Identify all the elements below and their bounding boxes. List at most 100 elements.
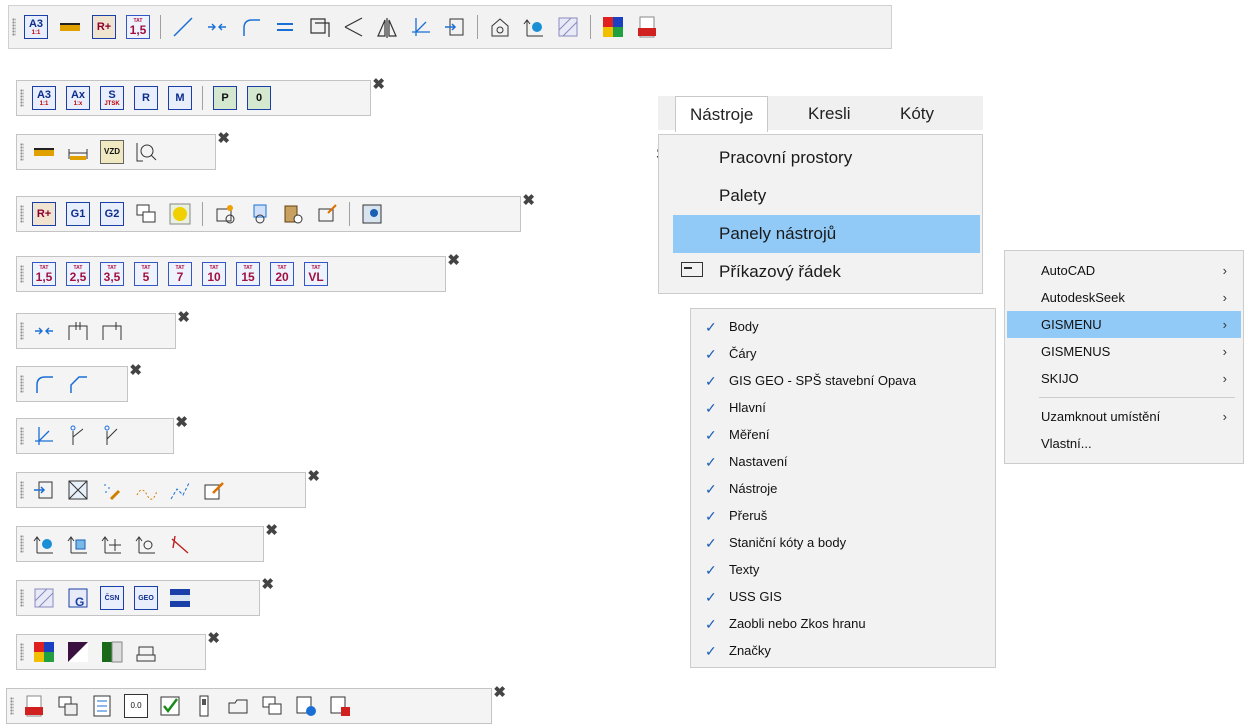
- toolbar-toggle-zaobli[interactable]: ✓ Zaobli nebo Zkos hranu: [693, 610, 993, 638]
- submenu-custom[interactable]: Vlastní...: [1007, 430, 1241, 457]
- menu-item-toolbars[interactable]: Panely nástrojů: [673, 215, 980, 253]
- paste-layout-icon[interactable]: [281, 202, 305, 226]
- toolbar-grip[interactable]: [20, 481, 24, 499]
- dotted-curve-icon[interactable]: [134, 478, 158, 502]
- text-size-1-5-button[interactable]: TAT 1,5: [126, 15, 150, 39]
- toolbar-grip[interactable]: [20, 143, 24, 161]
- toolbar-toggle-uss-gis[interactable]: ✓ USS GIS: [693, 583, 993, 611]
- toolbar-grip[interactable]: [20, 265, 24, 283]
- s-jtsk-button[interactable]: S JTSK: [100, 86, 124, 110]
- geo-button[interactable]: GEO: [134, 586, 158, 610]
- close-icon[interactable]: ✖: [177, 310, 190, 325]
- r-plus-button[interactable]: R+: [32, 202, 56, 226]
- toolbar-toggle-body[interactable]: ✓ Body: [693, 313, 993, 341]
- info-doc-icon[interactable]: [294, 694, 318, 718]
- close-icon[interactable]: ✖: [217, 131, 230, 146]
- toolbar-grip[interactable]: [20, 89, 24, 107]
- globe-icon[interactable]: [32, 532, 56, 556]
- text-size-20-button[interactable]: TAT 20: [270, 262, 294, 286]
- windows-icon[interactable]: [134, 202, 158, 226]
- toolbar-toggle-stanicni[interactable]: ✓ Staniční kóty a body: [693, 529, 993, 557]
- toolbar-grip[interactable]: [20, 375, 24, 393]
- smiley-icon[interactable]: [168, 202, 192, 226]
- close-icon[interactable]: ✖: [307, 469, 320, 484]
- text-size-5-button[interactable]: TAT 5: [134, 262, 158, 286]
- edit-note-icon[interactable]: [202, 478, 226, 502]
- vzd-button[interactable]: VZD: [100, 140, 124, 164]
- move-icon[interactable]: [100, 532, 124, 556]
- color-palette-icon[interactable]: [32, 640, 56, 664]
- toolbar-grip[interactable]: [20, 643, 24, 661]
- angle-icon[interactable]: [341, 15, 365, 39]
- text-size-vl-button[interactable]: TAT VL: [304, 262, 328, 286]
- g2-button[interactable]: G2: [100, 202, 124, 226]
- toolbar-grip[interactable]: [10, 697, 14, 715]
- fillet-icon[interactable]: [32, 372, 56, 396]
- calculator-icon[interactable]: [90, 694, 114, 718]
- hatch-icon[interactable]: [556, 15, 580, 39]
- text-size-2-5-button[interactable]: TAT 2,5: [66, 262, 90, 286]
- submenu-autocad[interactable]: AutoCAD ›: [1007, 257, 1241, 284]
- a3-scale-button[interactable]: A3 1:1: [32, 86, 56, 110]
- toolbar-toggle-cary[interactable]: ✓ Čáry: [693, 340, 993, 368]
- zero-button[interactable]: 0: [247, 86, 271, 110]
- toolbar-grip[interactable]: [20, 589, 24, 607]
- delete-table-icon[interactable]: [328, 694, 352, 718]
- edit-layout-icon[interactable]: [315, 202, 339, 226]
- folder-outline-icon[interactable]: [226, 694, 250, 718]
- menu-item-workspaces[interactable]: Pracovní prostory: [673, 139, 980, 177]
- measure-ruler-icon[interactable]: [32, 140, 56, 164]
- text-size-7-button[interactable]: TAT 7: [168, 262, 192, 286]
- z-coordinate-icon[interactable]: [134, 532, 158, 556]
- insert-block-icon[interactable]: [32, 478, 56, 502]
- menu-nastroje[interactable]: Nástroje: [675, 96, 769, 132]
- break-arrows-icon[interactable]: [32, 319, 56, 343]
- chamfer-icon[interactable]: [66, 372, 90, 396]
- zoom-icon[interactable]: [134, 140, 158, 164]
- close-icon[interactable]: ✖: [261, 577, 274, 592]
- hatch-g-icon[interactable]: G: [66, 586, 90, 610]
- pdf-icon[interactable]: [635, 15, 659, 39]
- print-table-icon[interactable]: [56, 694, 80, 718]
- toolbar-toggle-nastroje[interactable]: ✓ Nástroje: [693, 475, 993, 503]
- mirror-icon[interactable]: [375, 15, 399, 39]
- menu-item-command-line[interactable]: Příkazový řádek: [673, 253, 980, 291]
- point-x-icon[interactable]: [66, 424, 90, 448]
- cross-box-icon[interactable]: [66, 478, 90, 502]
- menu-kresli[interactable]: Kresli: [808, 104, 851, 124]
- toolbar-toggle-hlavni[interactable]: ✓ Hlavní: [693, 394, 993, 422]
- break-arrows-icon[interactable]: [205, 15, 229, 39]
- m-button[interactable]: M: [168, 86, 192, 110]
- windows-icon[interactable]: [260, 694, 284, 718]
- toolbar-toggle-znacky[interactable]: ✓ Značky: [693, 637, 993, 665]
- brush-icon[interactable]: [100, 478, 124, 502]
- text-size-1-5-button[interactable]: TAT 1,5: [32, 262, 56, 286]
- coordinates-icon[interactable]: [409, 15, 433, 39]
- fillet-icon[interactable]: [239, 15, 263, 39]
- layout-frame-icon[interactable]: [134, 640, 158, 664]
- hatch-icon[interactable]: [32, 586, 56, 610]
- offset-icon[interactable]: [307, 15, 331, 39]
- break-gap-icon[interactable]: [66, 319, 90, 343]
- g1-button[interactable]: G1: [66, 202, 90, 226]
- toolbar-toggle-mereni[interactable]: ✓ Měření: [693, 421, 993, 449]
- pdf-icon[interactable]: [22, 694, 46, 718]
- toolbar-grip[interactable]: [20, 427, 24, 445]
- copy-layout-icon[interactable]: [247, 202, 271, 226]
- dimension-icon[interactable]: [66, 140, 90, 164]
- r-button[interactable]: R: [134, 86, 158, 110]
- measure-ruler-icon[interactable]: [58, 15, 82, 39]
- submenu-gismenu[interactable]: GISMENU ›: [1007, 311, 1241, 338]
- submenu-skijo[interactable]: SKIJO ›: [1007, 365, 1241, 392]
- close-icon[interactable]: ✖: [175, 415, 188, 430]
- toolbar-grip[interactable]: [20, 535, 24, 553]
- menu-item-palettes[interactable]: Palety: [673, 177, 980, 215]
- close-icon[interactable]: ✖: [522, 193, 535, 208]
- close-icon[interactable]: ✖: [207, 631, 220, 646]
- close-icon[interactable]: ✖: [493, 685, 506, 700]
- polyline-icon[interactable]: [168, 478, 192, 502]
- fill-split-icon[interactable]: [100, 640, 124, 664]
- submenu-lock-location[interactable]: Uzamknout umístění ›: [1007, 403, 1241, 430]
- menu-koty[interactable]: Kóty: [900, 104, 934, 124]
- layer-bars-icon[interactable]: [168, 586, 192, 610]
